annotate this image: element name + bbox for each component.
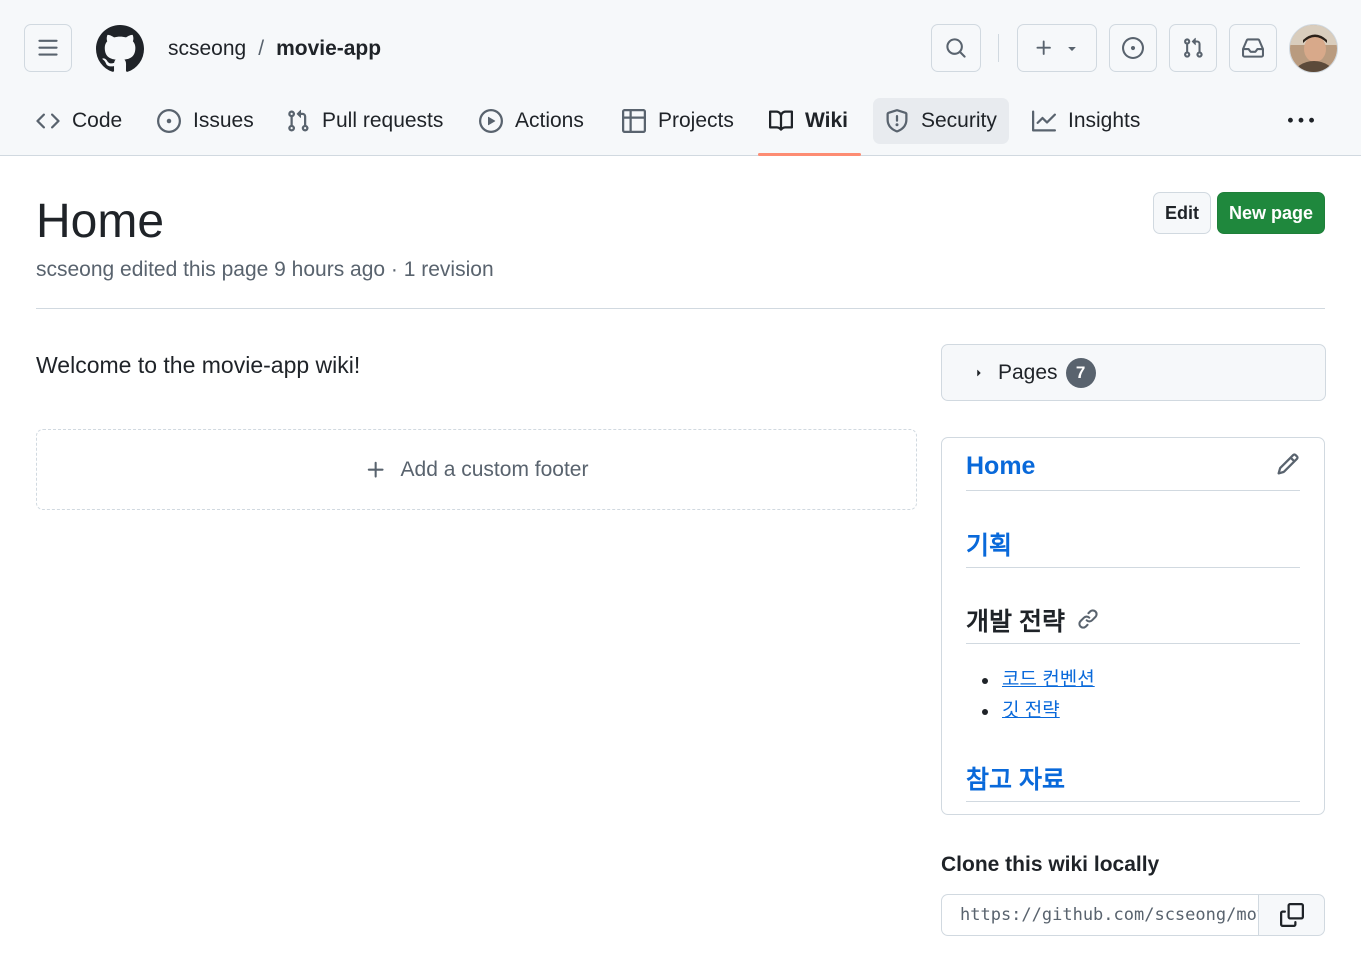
header-divider bbox=[998, 34, 999, 62]
dev-strategy-list: 코드 컨벤션 깃 전략 bbox=[982, 666, 1095, 728]
wiki-body-text: Welcome to the movie-app wiki! bbox=[36, 352, 361, 378]
edit-sidebar-button[interactable] bbox=[1276, 452, 1300, 481]
your-pull-requests-button[interactable] bbox=[1169, 24, 1217, 72]
tab-label: Wiki bbox=[805, 109, 848, 132]
tab-label: Pull requests bbox=[322, 109, 444, 132]
git-pull-request-icon bbox=[1184, 37, 1203, 58]
list-item: 깃 전략 bbox=[982, 697, 1095, 728]
tab-wiki[interactable]: Wiki bbox=[757, 98, 860, 144]
add-footer-label: Add a custom footer bbox=[400, 457, 589, 481]
pages-label: Pages bbox=[998, 360, 1058, 384]
shield-icon bbox=[886, 109, 908, 133]
github-logo-icon[interactable] bbox=[95, 25, 144, 73]
your-issues-button[interactable] bbox=[1109, 24, 1157, 72]
page-title: Home bbox=[36, 195, 165, 248]
clone-url-input[interactable] bbox=[941, 894, 1259, 936]
tab-label: Security bbox=[921, 109, 997, 132]
code-icon bbox=[36, 113, 60, 129]
wiki-sidebar: Home 기획 개발 전략 코드 컨벤션 깃 전략 참고 자료 bbox=[941, 437, 1325, 815]
tab-security[interactable]: Security bbox=[873, 98, 1009, 144]
tab-insights[interactable]: Insights bbox=[1020, 98, 1152, 144]
graph-icon bbox=[1032, 110, 1056, 132]
copy-icon bbox=[1279, 903, 1304, 927]
tab-label: Projects bbox=[658, 109, 734, 132]
tab-label: Insights bbox=[1068, 109, 1141, 132]
active-tab-underline bbox=[758, 153, 861, 156]
breadcrumb: scseong / movie-app bbox=[168, 34, 381, 64]
sidebar-heading-dev-strategy: 개발 전략 bbox=[966, 602, 1300, 644]
search-icon bbox=[946, 38, 966, 58]
triangle-right-icon bbox=[977, 369, 981, 376]
tab-projects[interactable]: Projects bbox=[610, 98, 746, 144]
breadcrumb-repo-link[interactable]: movie-app bbox=[276, 34, 381, 64]
search-button[interactable] bbox=[931, 24, 981, 72]
table-icon bbox=[622, 109, 646, 133]
app-header: scseong / movie-app Code Issues Pull req… bbox=[0, 0, 1361, 156]
header-divider-line bbox=[36, 308, 1325, 309]
issue-opened-icon bbox=[1122, 37, 1144, 59]
edit-button[interactable]: Edit bbox=[1153, 192, 1211, 234]
play-icon bbox=[479, 109, 503, 133]
tab-label: Actions bbox=[515, 109, 584, 132]
tab-label: Code bbox=[72, 109, 123, 132]
inbox-icon bbox=[1242, 38, 1264, 58]
notifications-button[interactable] bbox=[1229, 24, 1277, 72]
clone-title: Clone this wiki locally bbox=[941, 853, 1160, 876]
add-custom-footer-button[interactable]: Add a custom footer bbox=[36, 429, 917, 510]
sidebar-link-git-strategy[interactable]: 깃 전략 bbox=[1002, 700, 1060, 721]
triangle-down-icon bbox=[1068, 47, 1076, 51]
plus-icon bbox=[1036, 40, 1051, 55]
breadcrumb-owner-link[interactable]: scseong bbox=[168, 34, 246, 64]
sidebar-link-plan[interactable]: 기획 bbox=[966, 526, 1300, 568]
user-avatar[interactable] bbox=[1289, 24, 1338, 73]
pencil-icon bbox=[1277, 453, 1299, 475]
new-page-button[interactable]: New page bbox=[1217, 192, 1325, 234]
tab-issues[interactable]: Issues bbox=[145, 98, 266, 144]
tab-code[interactable]: Code bbox=[24, 98, 134, 144]
tab-label: Issues bbox=[193, 109, 254, 132]
pages-count-badge: 7 bbox=[1065, 357, 1096, 388]
book-icon bbox=[769, 110, 793, 131]
copy-url-button[interactable] bbox=[1258, 894, 1325, 936]
create-new-button[interactable] bbox=[1017, 24, 1097, 72]
kebab-horizontal-icon bbox=[1288, 117, 1314, 123]
plus-icon bbox=[367, 461, 384, 478]
breadcrumb-separator: / bbox=[258, 37, 265, 60]
sidebar-link-references[interactable]: 참고 자료 bbox=[966, 760, 1300, 802]
git-pull-request-icon bbox=[288, 109, 309, 132]
page-edit-meta: scseong edited this page 9 hours ago · 1… bbox=[36, 258, 494, 281]
tab-pull-requests[interactable]: Pull requests bbox=[274, 98, 455, 144]
list-item: 코드 컨벤션 bbox=[982, 666, 1095, 697]
repo-nav: Code Issues Pull requests Actions Projec… bbox=[0, 98, 1361, 156]
issue-opened-icon bbox=[157, 109, 181, 133]
link-icon[interactable] bbox=[1077, 608, 1099, 630]
sidebar-link-code-convention[interactable]: 코드 컨벤션 bbox=[1002, 669, 1095, 690]
hamburger-icon bbox=[38, 39, 58, 56]
pages-toggle[interactable]: Pages 7 bbox=[941, 344, 1326, 401]
sidebar-link-home[interactable]: Home bbox=[966, 452, 1300, 491]
more-tabs-button[interactable] bbox=[1280, 106, 1322, 136]
dev-strategy-label: 개발 전략 bbox=[966, 608, 1065, 636]
menu-button[interactable] bbox=[24, 24, 72, 72]
tab-actions[interactable]: Actions bbox=[467, 98, 596, 144]
